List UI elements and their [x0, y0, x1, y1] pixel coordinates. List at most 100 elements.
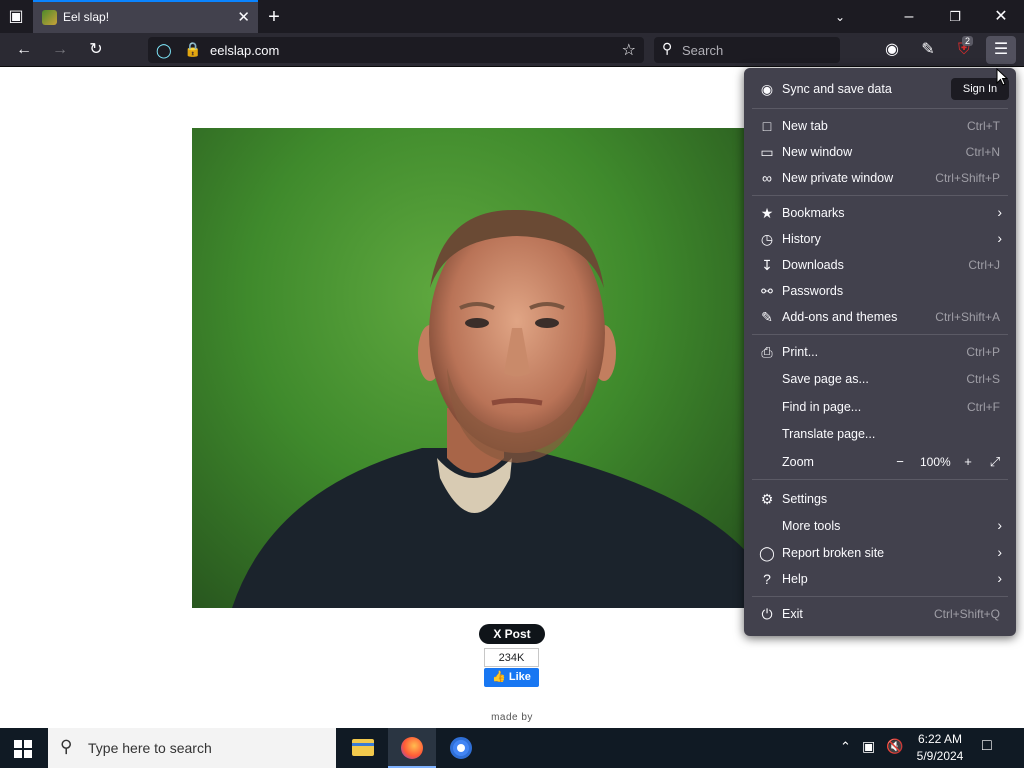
file-explorer-icon[interactable] [338, 728, 386, 768]
windows-taskbar: ⚲ Type here to search ⌃ ▣ 🔇 6:22 AM 5/9/… [0, 728, 1024, 768]
app-menu-panel: ◉ Sync and save data Sign In □ New tab C… [744, 68, 1016, 636]
url-text: eelslap.com [210, 43, 280, 58]
firefox-taskbar-icon[interactable] [388, 728, 436, 768]
menu-new-private-window[interactable]: ∞ New private window Ctrl+Shift+P [752, 165, 1008, 191]
search-icon: ⚲ [60, 737, 73, 756]
menu-passwords[interactable]: ⚯ Passwords [752, 278, 1008, 304]
bookmark-star-icon[interactable]: ☆ [622, 40, 636, 60]
key-icon: ⚯ [761, 283, 773, 299]
menu-more-tools[interactable]: More tools › [752, 513, 1008, 539]
menu-exit[interactable]: ⏻ Exit Ctrl+Shift+Q [752, 601, 1008, 627]
translate-label: Translate page... [782, 427, 876, 441]
new-tab-label: New tab [782, 119, 828, 133]
taskbar-search-box[interactable]: ⚲ Type here to search [48, 728, 336, 768]
menu-save-page[interactable]: Save page as... Ctrl+S [752, 366, 1008, 392]
save-page-label: Save page as... [782, 372, 869, 386]
menu-find-in-page[interactable]: Find in page... Ctrl+F [752, 394, 1008, 420]
close-window-button[interactable]: ✕ [990, 6, 1012, 28]
zoom-out-button[interactable]: − [890, 452, 910, 472]
addons-label: Add-ons and themes [782, 310, 898, 324]
close-tab-icon[interactable]: ✕ [237, 8, 250, 26]
network-icon[interactable]: ▣ [862, 738, 875, 755]
menu-downloads[interactable]: ↧ Downloads Ctrl+J [752, 252, 1008, 278]
menu-separator [752, 596, 1008, 597]
url-bar[interactable]: ◯ 🔒 eelslap.com ☆ [148, 37, 644, 63]
find-label: Find in page... [782, 400, 862, 414]
menu-addons[interactable]: ✎ Add-ons and themes Ctrl+Shift+A [752, 304, 1008, 330]
search-icon: ⚲ [662, 40, 673, 56]
star-icon: ★ [760, 205, 774, 221]
gear-icon: ⚙ [760, 491, 774, 507]
back-button[interactable]: ← [12, 38, 36, 62]
forward-button[interactable]: → [48, 38, 72, 62]
private-mask-icon: ∞ [762, 170, 772, 186]
menu-zoom: Zoom − 100% + ⤢ [752, 449, 1008, 475]
restore-button[interactable]: ❐ [944, 6, 966, 28]
person-photo [232, 209, 752, 608]
download-icon: ↧ [761, 257, 773, 273]
menu-bookmarks[interactable]: ★ Bookmarks › [752, 200, 1008, 226]
list-tabs-icon[interactable]: ⌄ [829, 6, 851, 28]
search-bar[interactable]: ⚲ Search [654, 37, 840, 63]
find-shortcut: Ctrl+F [967, 400, 1000, 414]
print-shortcut: Ctrl+P [966, 345, 1000, 359]
puzzle-icon: ✎ [761, 309, 773, 325]
printer-icon: ⎙ [761, 344, 773, 360]
fullscreen-icon[interactable]: ⤢ [985, 452, 1005, 472]
menu-separator [752, 334, 1008, 335]
new-tab-icon: □ [762, 118, 772, 134]
chevron-right-icon: › [997, 544, 1002, 560]
menu-separator [752, 108, 1008, 109]
facebook-like-button[interactable]: 👍 Like [484, 668, 539, 687]
notification-center-icon[interactable]: □ [982, 737, 992, 755]
power-icon: ⏻ [761, 606, 773, 622]
tweet-button[interactable]: X Post [479, 624, 545, 644]
new-tab-button[interactable]: + [263, 6, 285, 28]
new-private-label: New private window [782, 171, 894, 185]
firefox-view-icon[interactable]: ▣ [5, 6, 27, 28]
volume-muted-icon[interactable]: 🔇 [886, 738, 903, 755]
app-menu-button[interactable]: ☰ [986, 36, 1016, 64]
eel-slap-image[interactable] [192, 128, 752, 608]
extension-badge: 2 [962, 36, 974, 46]
menu-new-window[interactable]: ▭ New window Ctrl+N [752, 139, 1008, 165]
tray-clock[interactable]: 6:22 AM 5/9/2024 [910, 731, 970, 765]
minimize-button[interactable]: – [898, 6, 920, 28]
menu-separator [752, 479, 1008, 480]
account-icon[interactable]: ◉ [880, 38, 904, 62]
menu-separator [752, 195, 1008, 196]
history-label: History [782, 232, 821, 246]
chrome-taskbar-icon[interactable] [436, 728, 484, 768]
mouse-cursor-icon [996, 68, 1008, 86]
shield-icon[interactable]: ◯ [156, 42, 172, 59]
favicon [42, 10, 57, 25]
clock-icon: ◷ [760, 231, 774, 247]
settings-label: Settings [782, 492, 828, 506]
menu-print[interactable]: ⎙ Print... Ctrl+P [752, 339, 1008, 365]
taskbar-search-placeholder: Type here to search [88, 740, 212, 756]
tray-chevron-icon[interactable]: ⌃ [840, 739, 851, 755]
lock-icon[interactable]: 🔒 [184, 41, 201, 58]
zoom-label: Zoom [782, 455, 814, 469]
addons-shortcut: Ctrl+Shift+A [935, 310, 1000, 324]
more-tools-label: More tools [782, 519, 841, 533]
window-icon: ▭ [760, 144, 774, 160]
menu-history[interactable]: ◷ History › [752, 226, 1008, 252]
exit-shortcut: Ctrl+Shift+Q [933, 607, 1000, 621]
zoom-level[interactable]: 100% [920, 455, 951, 469]
windows-start-icon[interactable] [14, 740, 32, 758]
tab-eel-slap[interactable]: Eel slap! ✕ [33, 0, 258, 33]
zoom-in-button[interactable]: + [958, 452, 978, 472]
menu-help[interactable]: ? Help › [752, 566, 1008, 592]
reload-button[interactable]: ↻ [84, 38, 108, 62]
menu-report-broken-site[interactable]: ◯ Report broken site › [752, 540, 1008, 566]
tab-title: Eel slap! [63, 10, 110, 24]
exit-label: Exit [782, 607, 803, 621]
menu-new-tab[interactable]: □ New tab Ctrl+T [752, 113, 1008, 139]
clock-date: 5/9/2024 [916, 749, 964, 763]
menu-settings[interactable]: ⚙ Settings [752, 486, 1008, 512]
sync-label: Sync and save data [782, 82, 892, 96]
menu-translate[interactable]: Translate page... [752, 421, 1008, 447]
extensions-icon[interactable]: ✎ [916, 38, 940, 62]
print-label: Print... [782, 345, 819, 359]
